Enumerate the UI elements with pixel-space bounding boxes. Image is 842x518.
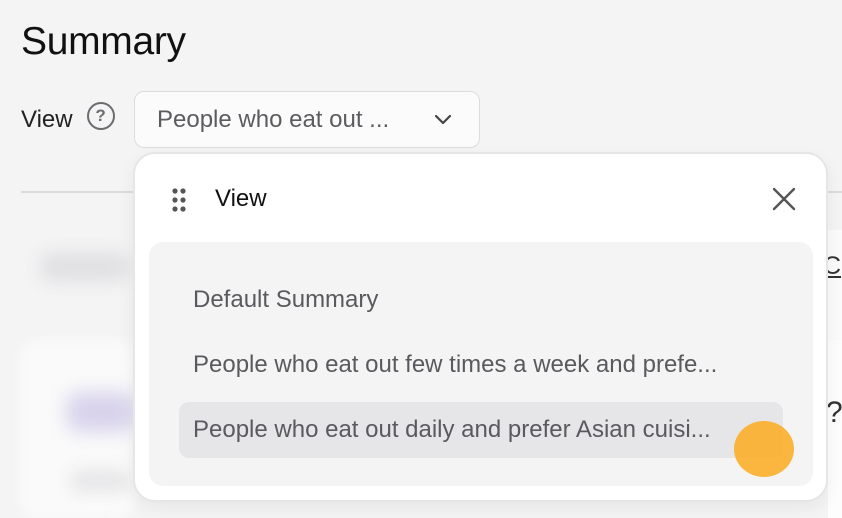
view-option-daily-asian[interactable]: People who eat out daily and prefer Asia… — [179, 402, 783, 458]
page-title: Summary — [21, 20, 186, 63]
view-row: View ? — [21, 92, 115, 148]
chevron-down-icon — [433, 110, 453, 135]
background-panel — [828, 230, 842, 340]
section-divider — [21, 191, 133, 193]
edge-text: ? — [826, 396, 842, 429]
question-circle-icon[interactable]: ? — [86, 102, 115, 130]
section-divider — [826, 191, 842, 193]
drag-handle-icon[interactable] — [171, 187, 187, 218]
popover-title: View — [215, 185, 267, 212]
cursor-indicator — [734, 421, 794, 477]
view-popover: View Default Summary People who eat out … — [133, 152, 828, 502]
view-select-dropdown[interactable]: People who eat out ... — [134, 91, 480, 148]
view-option-few-times-week[interactable]: People who eat out few times a week and … — [179, 337, 717, 393]
view-option-default-summary[interactable]: Default Summary — [179, 272, 378, 328]
close-icon[interactable] — [771, 186, 797, 217]
blurred-content — [70, 470, 130, 492]
blurred-content — [40, 252, 130, 282]
blurred-content — [66, 392, 136, 432]
view-label: View — [21, 106, 73, 133]
view-select-value: People who eat out ... — [157, 105, 390, 133]
view-options-list: Default Summary People who eat out few t… — [149, 242, 813, 486]
